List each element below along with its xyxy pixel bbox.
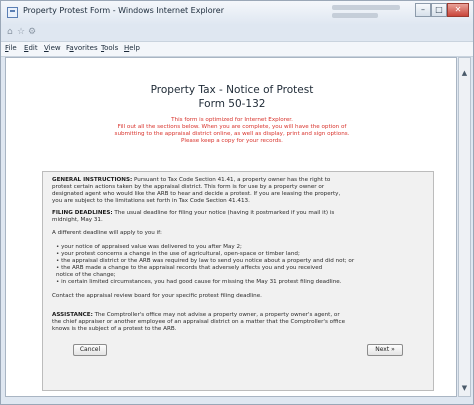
form-number: Form 50-132 [198, 98, 266, 110]
filing-line: midnight, May 31. [52, 217, 103, 223]
settings-gear-icon[interactable]: ⚙ [28, 27, 36, 37]
general-line: Pursuant to Tax Code Section 41.41, a pr… [134, 177, 331, 183]
navigation-toolbar: ⌂ ☆ ⚙ [1, 25, 473, 41]
filing-heading: FILING DEADLINES: [52, 210, 113, 216]
title-bar: Property Protest Form - Windows Internet… [1, 1, 473, 25]
instruction-notice: Fill out all the sections below. When yo… [117, 124, 347, 130]
bullet-item: • your notice of appraised value was del… [56, 244, 242, 250]
home-icon[interactable]: ⌂ [7, 27, 13, 37]
general-line: protest certain actions taken by the app… [52, 184, 325, 190]
menu-help[interactable]: Help [124, 44, 140, 52]
ie-app-icon [7, 7, 18, 18]
favorites-star-icon[interactable]: ☆ [17, 27, 25, 37]
assistance-line: The Comptroller's office may not advise … [94, 312, 340, 318]
page-content: Property Tax - Notice of Protest Form 50… [5, 57, 457, 397]
bullet-item: • in certain limited circumstances, you … [56, 279, 342, 285]
copy-notice: Please keep a copy for your records. [181, 138, 283, 144]
form-title: Property Tax - Notice of Protest [150, 84, 314, 96]
window-controls: – □ ✕ [415, 3, 469, 17]
browser-window: Property Protest Form - Windows Internet… [0, 0, 474, 405]
cancel-button[interactable]: Cancel [73, 344, 107, 356]
menu-edit[interactable]: Edit [24, 44, 38, 52]
menu-view[interactable]: View [44, 44, 61, 52]
assistance-line: the chief appraiser or another employee … [52, 319, 346, 325]
instructions-panel: GENERAL INSTRUCTIONS: Pursuant to Tax Co… [42, 171, 434, 391]
contact-text: Contact the appraisal review board for y… [52, 293, 262, 299]
general-heading: GENERAL INSTRUCTIONS: [52, 177, 133, 183]
general-line: you are subject to the limitations set f… [52, 198, 250, 204]
bullet-item: • the appraisal district or the ARB was … [56, 258, 355, 264]
assistance-heading: ASSISTANCE: [52, 312, 93, 318]
optimization-notice: This form is optimized for Internet Expl… [171, 117, 293, 123]
window-title: Property Protest Form - Windows Internet… [23, 6, 224, 15]
scroll-down-icon[interactable]: ▼ [459, 383, 470, 394]
vertical-scrollbar[interactable]: ▲ ▼ [458, 57, 471, 397]
bullet-item: notice of the change; [56, 272, 116, 278]
general-instructions: GENERAL INSTRUCTIONS: Pursuant to Tax Co… [52, 177, 330, 184]
bullet-item: • the ARB made a change to the appraisal… [56, 265, 323, 271]
blurred-toolbar-text-2 [332, 13, 378, 18]
blurred-toolbar-text [332, 5, 400, 10]
different-deadline-text: A different deadline will apply to you i… [52, 230, 162, 236]
bullet-item: • your protest concerns a change in the … [56, 251, 300, 257]
menu-file[interactable]: File [5, 44, 17, 52]
filing-line: The usual deadline for filing your notic… [114, 210, 335, 216]
menu-bar: File Edit View Favorites Tools Help [1, 41, 473, 57]
scroll-up-icon[interactable]: ▲ [459, 68, 470, 79]
menu-tools[interactable]: Tools [101, 44, 118, 52]
general-line: designated agent who would like the ARB … [52, 191, 341, 197]
maximize-button[interactable]: □ [431, 3, 447, 17]
next-button[interactable]: Next » [367, 344, 403, 356]
assistance-line: knows is the subject of a protest to the… [52, 326, 177, 332]
submit-notice: submitting to the appraisal district onl… [114, 131, 350, 137]
assistance-text: ASSISTANCE: The Comptroller's office may… [52, 312, 340, 319]
filing-deadlines: FILING DEADLINES: The usual deadline for… [52, 210, 334, 217]
close-button[interactable]: ✕ [447, 3, 469, 17]
menu-favorites[interactable]: Favorites [66, 44, 98, 52]
minimize-button[interactable]: – [415, 3, 431, 17]
